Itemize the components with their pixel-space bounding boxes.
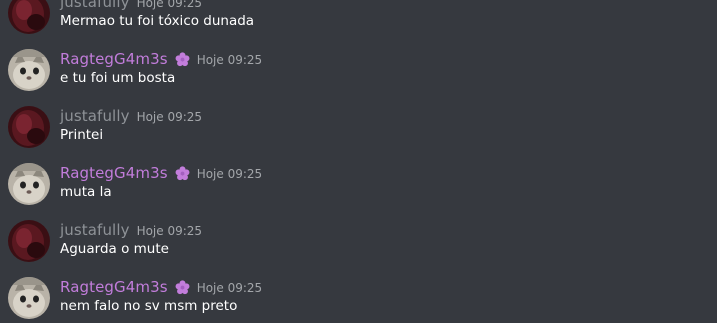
username[interactable]: RagtegG4m3s (60, 50, 168, 68)
message-text: muta la (60, 184, 112, 200)
message-item: RagtegG4m3s Hoje 09:25 e tu foi um bosta (0, 49, 717, 106)
user-avatar[interactable] (8, 163, 50, 205)
message-text: Printei (60, 127, 104, 143)
dark-red-avatar-icon (8, 0, 50, 34)
message-text: Mermao tu foi tóxico dunada (60, 13, 255, 29)
user-avatar[interactable] (8, 106, 50, 148)
cat-avatar-icon (8, 163, 50, 205)
user-avatar[interactable] (8, 277, 50, 319)
username[interactable]: RagtegG4m3s (60, 278, 168, 296)
message-text: Aguarda o mute (60, 241, 169, 257)
message-text: nem falo no sv msm preto (60, 298, 238, 314)
dark-red-avatar-icon (8, 106, 50, 148)
timestamp: Hoje 09:25 (136, 110, 203, 124)
user-avatar[interactable] (8, 220, 50, 262)
cat-avatar-icon (8, 277, 50, 319)
chat-messages: justafully Hoje 09:25 Mermao tu foi tóxi… (0, 0, 717, 323)
username[interactable]: justafully (60, 0, 130, 11)
message-item: RagtegG4m3s Hoje 09:25 nem falo no sv ms… (0, 277, 717, 323)
flower-role-icon[interactable] (175, 165, 190, 181)
message-item: justafully Hoje 09:25 Aguarda o mute (0, 220, 717, 277)
flower-role-icon[interactable] (175, 279, 190, 295)
message-item: RagtegG4m3s Hoje 09:25 muta la (0, 163, 717, 220)
user-avatar[interactable] (8, 49, 50, 91)
timestamp: Hoje 09:25 (136, 0, 203, 10)
message-text: e tu foi um bosta (60, 70, 176, 86)
message-item: justafully Hoje 09:25 Printei (0, 106, 717, 163)
username[interactable]: RagtegG4m3s (60, 164, 168, 182)
timestamp: Hoje 09:25 (196, 167, 263, 181)
username[interactable]: justafully (60, 107, 130, 125)
user-avatar[interactable] (8, 0, 50, 34)
username[interactable]: justafully (60, 221, 130, 239)
timestamp: Hoje 09:25 (196, 53, 263, 67)
cat-avatar-icon (8, 49, 50, 91)
dark-red-avatar-icon (8, 220, 50, 262)
message-item: justafully Hoje 09:25 Mermao tu foi tóxi… (0, 0, 717, 49)
timestamp: Hoje 09:25 (136, 224, 203, 238)
timestamp: Hoje 09:25 (196, 281, 263, 295)
flower-role-icon[interactable] (175, 51, 190, 67)
